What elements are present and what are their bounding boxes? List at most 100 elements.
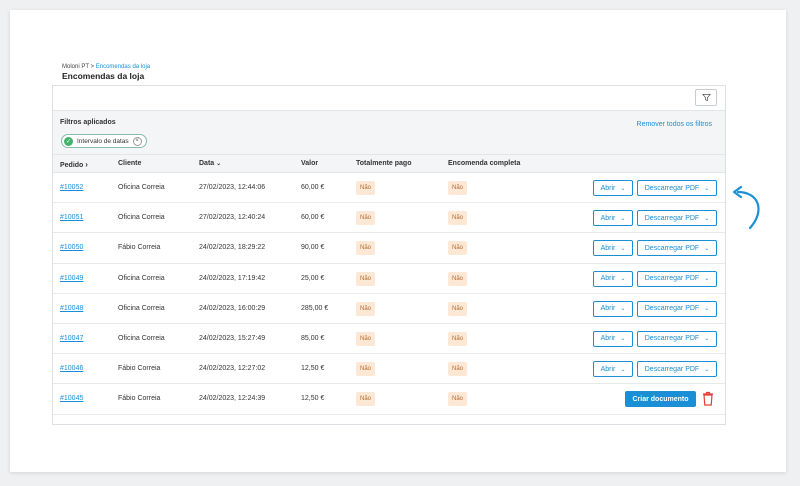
check-icon: ✓ xyxy=(64,136,73,146)
table-header: Pedido › Cliente Data ⌄ Valor Totalmente… xyxy=(53,155,725,173)
chevron-down-icon: ⌄ xyxy=(620,215,626,222)
download-pdf-dropdown-button[interactable]: Descarregar PDF ⌄ xyxy=(637,270,717,287)
paid-status-badge: Não xyxy=(356,392,376,407)
table-row: #10050 Fábio Correia 24/02/2023, 18:29:2… xyxy=(53,233,725,264)
download-pdf-label: Descarregar PDF xyxy=(644,335,700,343)
create-document-button[interactable]: Criar documento xyxy=(625,391,696,408)
paid-status-badge: Não xyxy=(356,211,376,226)
complete-status-badge: Não xyxy=(448,211,468,226)
open-dropdown-button[interactable]: Abrir ⌄ xyxy=(593,361,633,378)
chevron-down-icon: ⌄ xyxy=(704,336,710,343)
applied-filters: Filtros aplicados ✓ Intervalo de datas ×… xyxy=(53,111,725,155)
breadcrumb-root[interactable]: Moloni PT xyxy=(62,64,89,70)
column-date[interactable]: Data ⌄ xyxy=(199,160,221,167)
complete-status-badge: Não xyxy=(448,331,468,346)
chevron-down-icon: ⌄ xyxy=(704,185,710,192)
download-pdf-label: Descarregar PDF xyxy=(644,214,700,222)
close-icon[interactable]: × xyxy=(132,136,142,146)
order-link[interactable]: #10045 xyxy=(60,395,83,402)
date-range-filter-chip[interactable]: ✓ Intervalo de datas × xyxy=(61,134,147,148)
client-name: Oficina Correia xyxy=(118,214,165,222)
download-pdf-label: Descarregar PDF xyxy=(644,305,700,313)
order-date: 24/02/2023, 15:27:49 xyxy=(199,334,266,342)
open-dropdown-button[interactable]: Abrir ⌄ xyxy=(593,240,633,257)
download-pdf-dropdown-button[interactable]: Descarregar PDF ⌄ xyxy=(637,300,717,317)
breadcrumb-separator: > xyxy=(88,64,96,70)
order-value: 12,50 € xyxy=(301,395,325,403)
chevron-down-icon: ⌄ xyxy=(620,366,626,373)
paid-status-badge: Não xyxy=(356,331,376,346)
order-date: 27/02/2023, 12:40:24 xyxy=(199,214,266,222)
open-dropdown-button[interactable]: Abrir ⌄ xyxy=(593,300,633,317)
client-name: Oficina Correia xyxy=(118,184,165,191)
chevron-down-icon: ⌄ xyxy=(704,306,710,313)
order-date: 24/02/2023, 12:24:39 xyxy=(199,395,266,403)
order-date: 24/02/2023, 12:27:02 xyxy=(199,365,266,373)
complete-status-badge: Não xyxy=(448,181,468,195)
open-dropdown-button[interactable]: Abrir ⌄ xyxy=(593,210,633,227)
client-name: Oficina Correia xyxy=(118,274,165,282)
order-link[interactable]: #10051 xyxy=(60,214,83,221)
order-link[interactable]: #10050 xyxy=(60,244,83,251)
complete-status-badge: Não xyxy=(448,301,468,316)
order-value: 60,00 € xyxy=(301,184,325,191)
chevron-down-icon: ⌄ xyxy=(704,276,710,283)
download-pdf-dropdown-button[interactable]: Descarregar PDF ⌄ xyxy=(637,210,717,227)
table-row: #10051 Oficina Correia 27/02/2023, 12:40… xyxy=(53,203,725,234)
open-dropdown-button[interactable]: Abrir ⌄ xyxy=(593,270,633,287)
open-dropdown-button[interactable]: Abrir ⌄ xyxy=(593,180,633,196)
download-pdf-label: Descarregar PDF xyxy=(644,275,700,283)
download-pdf-label: Descarregar PDF xyxy=(644,184,700,192)
paid-status-badge: Não xyxy=(356,241,376,256)
order-value: 25,00 € xyxy=(301,274,325,282)
order-link[interactable]: #10048 xyxy=(60,305,83,312)
table-row: #10048 Oficina Correia 24/02/2023, 16:00… xyxy=(53,294,725,324)
column-order[interactable]: Pedido › xyxy=(60,160,88,169)
funnel-icon xyxy=(701,93,711,102)
table-row: #10049 Oficina Correia 24/02/2023, 17:19… xyxy=(53,264,725,294)
order-link[interactable]: #10052 xyxy=(60,184,83,191)
download-pdf-dropdown-button[interactable]: Descarregar PDF ⌄ xyxy=(637,330,717,347)
client-name: Fábio Correia xyxy=(118,365,161,373)
client-name: Oficina Correia xyxy=(118,334,165,342)
download-pdf-dropdown-button[interactable]: Descarregar PDF ⌄ xyxy=(637,361,717,378)
chevron-down-icon: ⌄ xyxy=(704,366,710,373)
open-label: Abrir xyxy=(600,305,616,313)
order-date: 24/02/2023, 16:00:29 xyxy=(199,304,266,312)
filter-button[interactable] xyxy=(695,89,717,106)
curved-arrow-icon xyxy=(732,185,760,230)
chevron-down-icon: ⌄ xyxy=(620,185,626,192)
complete-status-badge: Não xyxy=(448,271,468,286)
order-link[interactable]: #10049 xyxy=(60,275,83,282)
open-label: Abrir xyxy=(600,365,616,373)
download-pdf-dropdown-button[interactable]: Descarregar PDF ⌄ xyxy=(637,180,717,196)
order-link[interactable]: #10046 xyxy=(60,365,83,372)
open-dropdown-button[interactable]: Abrir ⌄ xyxy=(593,330,633,347)
order-date: 24/02/2023, 18:29:22 xyxy=(199,244,266,252)
column-client: Cliente xyxy=(118,160,142,167)
page-title: Encomendas da loja xyxy=(62,71,145,81)
paid-status-badge: Não xyxy=(356,271,376,286)
order-date: 27/02/2023, 12:44:06 xyxy=(199,184,266,191)
open-label: Abrir xyxy=(600,184,616,192)
orders-panel: Filtros aplicados ✓ Intervalo de datas ×… xyxy=(52,85,726,425)
order-value: 285,00 € xyxy=(301,304,329,312)
table-row: #10045 Fábio Correia 24/02/2023, 12:24:3… xyxy=(53,384,725,415)
column-paid: Totalmente pago xyxy=(356,160,412,167)
filters-title: Filtros aplicados xyxy=(60,119,116,126)
chevron-right-icon: › xyxy=(85,160,88,169)
paid-status-badge: Não xyxy=(356,301,376,316)
trash-icon[interactable] xyxy=(702,391,714,407)
breadcrumb-current[interactable]: Encomendas da loja xyxy=(96,64,150,70)
table-row: #10052 Oficina Correia 27/02/2023, 12:44… xyxy=(53,173,725,204)
complete-status-badge: Não xyxy=(448,362,468,377)
paid-status-badge: Não xyxy=(356,362,376,377)
client-name: Fábio Correia xyxy=(118,244,161,252)
order-link[interactable]: #10047 xyxy=(60,335,83,342)
download-pdf-dropdown-button[interactable]: Descarregar PDF ⌄ xyxy=(637,240,717,257)
remove-all-filters-link[interactable]: Remover todos os filtros xyxy=(637,121,712,128)
toolbar xyxy=(53,86,725,111)
table-body: #10052 Oficina Correia 27/02/2023, 12:44… xyxy=(53,173,725,415)
chevron-down-icon: ⌄ xyxy=(620,306,626,313)
client-name: Oficina Correia xyxy=(118,304,165,312)
